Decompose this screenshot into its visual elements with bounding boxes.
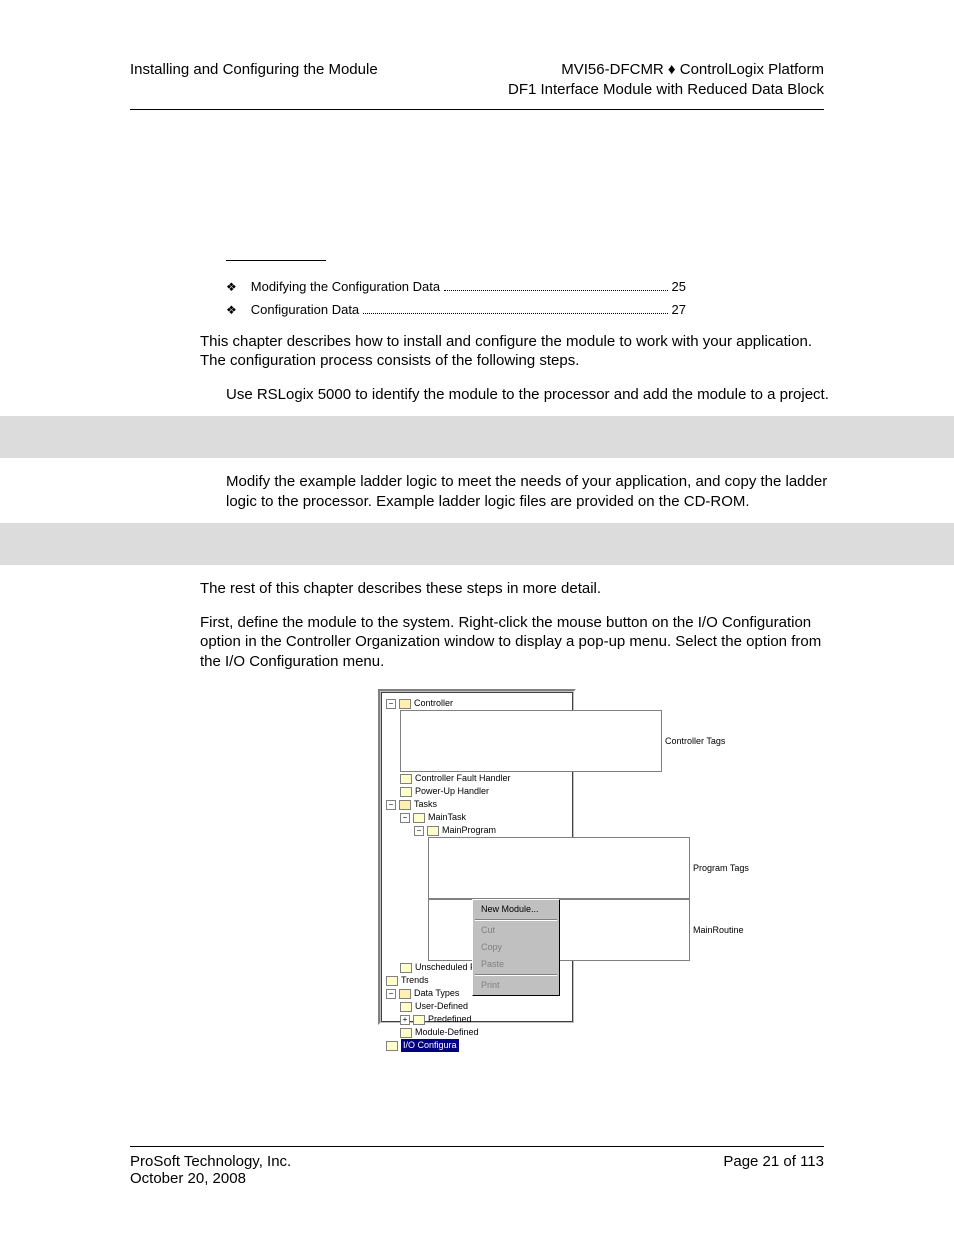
menu-item-cut[interactable]: Cut: [473, 922, 559, 939]
in-this-chapter-toc: ❖ Modifying the Configuration Data 25 ❖ …: [226, 279, 824, 318]
toc-title: Configuration Data: [251, 302, 359, 317]
collapse-icon[interactable]: −: [386, 989, 396, 999]
bullet-icon: ❖: [226, 303, 237, 317]
toc-page: 25: [672, 279, 686, 294]
tree-label: MainRoutine: [693, 924, 744, 937]
tree-label: Predefined: [428, 1013, 472, 1026]
header-left: Installing and Configuring the Module: [130, 60, 378, 101]
menu-separator: [475, 919, 557, 921]
menu-item-print[interactable]: Print: [473, 977, 559, 994]
header-right: MVI56-DFCMR ♦ ControlLogix Platform DF1 …: [508, 60, 824, 101]
controller-tree-panel: − Controller Controller Tags Controller F…: [378, 689, 576, 1025]
tree-node-predefined[interactable]: + Predefined: [386, 1013, 568, 1026]
section-heading-underline: [226, 260, 326, 261]
menu-separator: [475, 974, 557, 976]
tree-node-moduledefined[interactable]: Module-Defined: [386, 1026, 568, 1039]
tree-node-fault-handler[interactable]: Controller Fault Handler: [386, 772, 568, 785]
folder-icon: [386, 1041, 398, 1051]
folder-open-icon: [399, 800, 411, 810]
tree-label: Controller Fault Handler: [415, 772, 511, 785]
tree-label: Controller Tags: [665, 735, 725, 748]
header-subtitle: DF1 Interface Module with Reduced Data B…: [508, 80, 824, 100]
toc-row: ❖ Configuration Data 27: [226, 301, 686, 318]
tree-label: MainProgram: [442, 824, 496, 837]
tag-icon: [428, 837, 690, 899]
tree-label: MainTask: [428, 811, 466, 824]
header-rule: [130, 109, 824, 110]
datatype-icon: [400, 1002, 412, 1012]
footer-page-number: Page 21 of 113: [723, 1153, 824, 1187]
tree-label-selected: I/O Configura: [401, 1039, 459, 1052]
tree-label: User-Defined: [415, 1000, 468, 1013]
tree-label: Tasks: [414, 798, 437, 811]
tree-node-maintask[interactable]: − MainTask: [386, 811, 568, 824]
folder-open-icon: [399, 699, 411, 709]
paragraph-intro: This chapter describes how to install an…: [200, 332, 840, 371]
tree-label: Data Types: [414, 987, 459, 1000]
page-footer: ProSoft Technology, Inc. October 20, 200…: [130, 1146, 824, 1187]
tree-node-program-tags[interactable]: Program Tags: [386, 837, 568, 899]
footer-rule: [130, 1146, 824, 1147]
paragraph-rest: The rest of this chapter describes these…: [200, 579, 840, 599]
tree-label: Program Tags: [693, 862, 749, 875]
tree-node-io-configuration[interactable]: I/O Configura: [386, 1039, 568, 1052]
page-header: Installing and Configuring the Module MV…: [130, 60, 824, 101]
toc-leader: [363, 301, 667, 314]
footer-left: ProSoft Technology, Inc. October 20, 200…: [130, 1153, 291, 1187]
tree-node-userdefined[interactable]: User-Defined: [386, 1000, 568, 1013]
footer-company: ProSoft Technology, Inc.: [130, 1153, 291, 1170]
menu-item-paste[interactable]: Paste: [473, 956, 559, 973]
menu-item-new-module[interactable]: New Module...: [473, 901, 559, 918]
program-icon: [427, 826, 439, 836]
paragraph-define-module: First, define the module to the system. …: [200, 613, 840, 672]
task-icon: [413, 813, 425, 823]
collapse-icon[interactable]: −: [386, 699, 396, 709]
step-2-text: Modify the example ladder logic to meet …: [226, 472, 838, 511]
tree-node-controller[interactable]: − Controller: [386, 697, 568, 710]
toc-page: 27: [672, 302, 686, 317]
tree-node-powerup-handler[interactable]: Power-Up Handler: [386, 785, 568, 798]
folder-icon: [400, 963, 412, 973]
tree-node-mainprogram[interactable]: − MainProgram: [386, 824, 568, 837]
collapse-icon[interactable]: −: [400, 813, 410, 823]
menu-item-copy[interactable]: Copy: [473, 939, 559, 956]
datatype-icon: [400, 1028, 412, 1038]
header-product: MVI56-DFCMR ♦ ControlLogix Platform: [508, 60, 824, 80]
tree-label: Power-Up Handler: [415, 785, 489, 798]
context-menu: New Module... Cut Copy Paste Print: [472, 899, 560, 996]
bullet-icon: ❖: [226, 280, 237, 294]
folder-icon: [386, 976, 398, 986]
tree-label: Module-Defined: [415, 1026, 479, 1039]
page-content: Installing and Configuring the Module MV…: [0, 0, 954, 1025]
datatype-icon: [413, 1015, 425, 1025]
toc-leader: [444, 279, 667, 292]
collapse-icon[interactable]: −: [414, 826, 424, 836]
step-1-text: Use RSLogix 5000 to identify the module …: [226, 385, 838, 405]
tree-node-tasks[interactable]: − Tasks: [386, 798, 568, 811]
tree-node-controller-tags[interactable]: Controller Tags: [386, 710, 568, 772]
footer-date: October 20, 2008: [130, 1170, 291, 1187]
expand-icon[interactable]: +: [400, 1015, 410, 1025]
collapse-icon[interactable]: −: [386, 800, 396, 810]
paragraph-define-a: First, define the module to the system. …: [200, 614, 811, 651]
toc-row: ❖ Modifying the Configuration Data 25: [226, 279, 686, 296]
folder-icon: [400, 774, 412, 784]
controller-tree[interactable]: − Controller Controller Tags Controller F…: [381, 692, 573, 1022]
tag-icon: [400, 710, 662, 772]
folder-open-icon: [399, 989, 411, 999]
toc-title: Modifying the Configuration Data: [251, 279, 440, 294]
tree-label: Controller: [414, 697, 453, 710]
note-bar: [0, 523, 954, 565]
folder-icon: [400, 787, 412, 797]
tree-label: Trends: [401, 974, 429, 987]
note-bar: [0, 416, 954, 458]
